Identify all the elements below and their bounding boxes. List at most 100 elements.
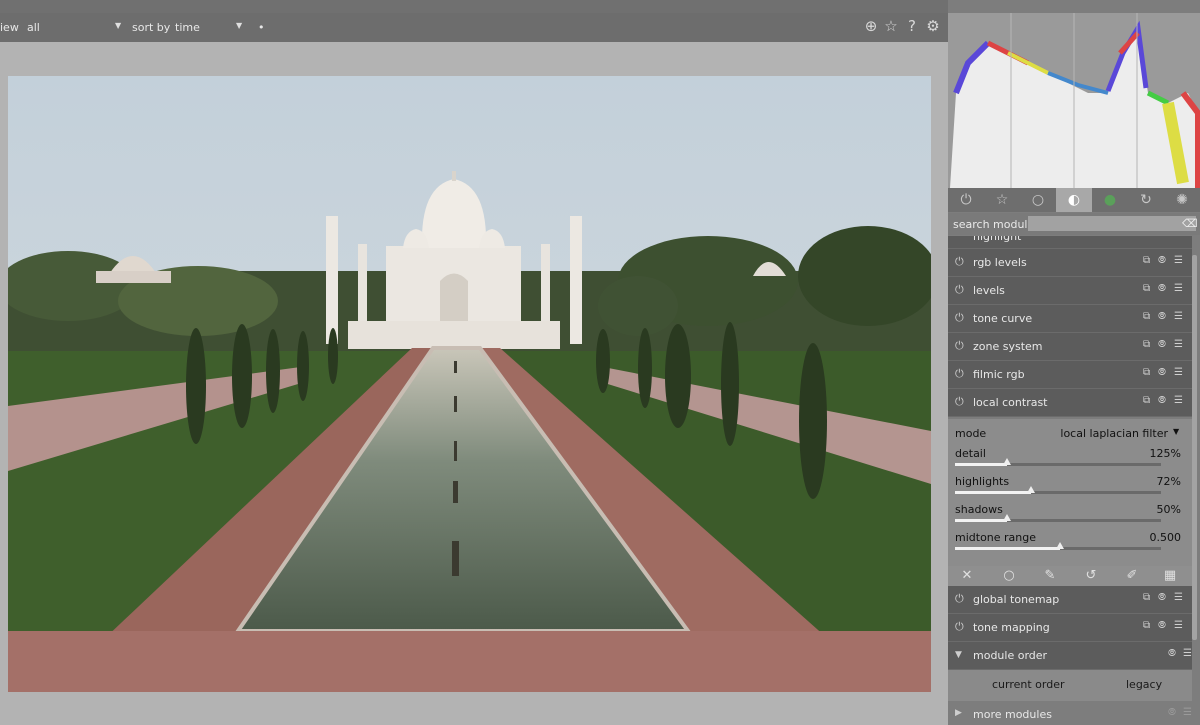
menu-icon[interactable]: ☰ bbox=[1183, 648, 1192, 659]
local-contrast-controls: mode local laplacian filter ▼ detail 125… bbox=[948, 419, 1192, 566]
menu-icon[interactable]: ☰ bbox=[1174, 620, 1183, 631]
shadows-slider[interactable] bbox=[955, 514, 1161, 522]
menu-icon[interactable]: ☰ bbox=[1174, 367, 1183, 378]
module-order-options: current order legacy bbox=[948, 670, 1192, 701]
reset-icon[interactable]: ⦾ bbox=[1158, 592, 1166, 603]
sort-dropdown-arrow-icon[interactable]: ▼ bbox=[236, 21, 242, 30]
power-icon[interactable]: ⏻ bbox=[955, 311, 964, 325]
drawn-parametric-mask-icon[interactable]: ✐ bbox=[1122, 568, 1142, 583]
color-labels-icon[interactable]: ⊕ bbox=[862, 17, 880, 35]
correct-cycle-icon[interactable]: ↻ bbox=[1128, 188, 1164, 212]
power-icon[interactable]: ⏻ bbox=[955, 367, 964, 381]
mode-dropdown-arrow-icon[interactable]: ▼ bbox=[1173, 427, 1179, 436]
reset-icon[interactable]: ⦾ bbox=[1158, 620, 1166, 631]
power-icon[interactable]: ⏻ bbox=[955, 395, 964, 409]
reset-icon[interactable]: ⦾ bbox=[1158, 395, 1166, 406]
midtone-range-slider[interactable] bbox=[955, 542, 1161, 550]
search-module-row: search module ⌫ bbox=[948, 213, 1200, 235]
presets-icon[interactable]: ⧉ bbox=[1143, 592, 1150, 603]
presets-icon[interactable]: ⧉ bbox=[1143, 283, 1150, 294]
power-icon[interactable]: ⏻ bbox=[955, 592, 964, 606]
module-local-contrast[interactable]: ⏻ local contrast ⧉ ⦾ ☰ bbox=[948, 389, 1192, 417]
detail-slider-knob[interactable] bbox=[1003, 458, 1011, 465]
sort-order-dot[interactable]: • bbox=[258, 21, 265, 34]
module-global-tonemap[interactable]: ⏻ global tonemap ⧉ ⦾ ☰ bbox=[948, 586, 1192, 614]
module-label: rgb levels bbox=[973, 256, 1027, 269]
menu-icon[interactable]: ☰ bbox=[1174, 592, 1183, 603]
settings-gear-icon[interactable]: ⚙ bbox=[924, 17, 942, 35]
parametric-mask-icon[interactable]: ↺ bbox=[1081, 568, 1101, 583]
view-filter-select[interactable]: all bbox=[27, 21, 40, 34]
power-icon[interactable]: ⏻ bbox=[955, 339, 964, 353]
menu-icon[interactable]: ☰ bbox=[1174, 255, 1183, 266]
reset-icon[interactable]: ⦾ bbox=[1158, 283, 1166, 294]
presets-icon[interactable]: ⧉ bbox=[1143, 311, 1150, 322]
reset-icon[interactable]: ⦾ bbox=[1158, 367, 1166, 378]
effects-aperture-icon[interactable]: ✺ bbox=[1164, 188, 1200, 212]
legacy-order-button[interactable]: legacy bbox=[1126, 678, 1162, 691]
module-zone-system[interactable]: ⏻ zone system ⧉ ⦾ ☰ bbox=[948, 333, 1192, 361]
presets-icon[interactable]: ⧉ bbox=[1143, 255, 1150, 266]
presets-icon[interactable]: ⧉ bbox=[1143, 395, 1150, 406]
reset-icon[interactable]: ⦾ bbox=[1158, 311, 1166, 322]
more-modules-header[interactable]: ▶ more modules ⦾ ☰ bbox=[948, 701, 1192, 725]
more-modules-label: more modules bbox=[973, 708, 1052, 721]
uniform-blend-icon[interactable]: ○ bbox=[999, 568, 1019, 583]
highlights-slider[interactable] bbox=[955, 486, 1161, 494]
expand-arrow-icon[interactable]: ▶ bbox=[955, 708, 962, 718]
midtone-range-slider-knob[interactable] bbox=[1056, 542, 1064, 549]
sort-by-select[interactable]: time bbox=[175, 21, 200, 34]
presets-icon[interactable]: ⧉ bbox=[1143, 339, 1150, 350]
right-panel: ⏻ ☆ ○ ◐ ● ↻ ✺ search module ⌫ highlight … bbox=[948, 0, 1200, 725]
module-label: filmic rgb bbox=[973, 368, 1025, 381]
current-order-button[interactable]: current order bbox=[992, 678, 1065, 691]
edited-photo[interactable] bbox=[8, 76, 931, 692]
module-partial[interactable]: highlight bbox=[948, 236, 1192, 249]
reset-icon[interactable]: ⦾ bbox=[1158, 339, 1166, 350]
highlights-slider-knob[interactable] bbox=[1027, 486, 1035, 493]
presets-icon[interactable]: ⧉ bbox=[1143, 367, 1150, 378]
module-tone-curve[interactable]: ⏻ tone curve ⧉ ⦾ ☰ bbox=[948, 305, 1192, 333]
module-rgb-levels[interactable]: ⏻ rgb levels ⧉ ⦾ ☰ bbox=[948, 249, 1192, 277]
power-icon[interactable]: ⏻ bbox=[955, 283, 964, 297]
tone-half-circle-icon[interactable]: ◐ bbox=[1056, 188, 1092, 212]
reset-icon[interactable]: ⦾ bbox=[1168, 707, 1176, 718]
presets-icon[interactable]: ⧉ bbox=[1143, 620, 1150, 631]
blend-off-icon[interactable]: ✕ bbox=[957, 568, 977, 583]
module-label: tone curve bbox=[973, 312, 1033, 325]
module-filmic-rgb[interactable]: ⏻ filmic rgb ⧉ ⦾ ☰ bbox=[948, 361, 1192, 389]
mode-select[interactable]: local laplacian filter bbox=[1060, 427, 1168, 440]
module-tone-mapping[interactable]: ⏻ tone mapping ⧉ ⦾ ☰ bbox=[948, 614, 1192, 642]
power-icon[interactable]: ⏻ bbox=[955, 255, 964, 269]
clear-search-icon[interactable]: ⌫ bbox=[1182, 216, 1198, 231]
reset-icon[interactable]: ⦾ bbox=[1158, 255, 1166, 266]
histogram[interactable] bbox=[948, 13, 1200, 188]
detail-slider[interactable] bbox=[955, 458, 1161, 466]
star-rating-icon[interactable]: ☆ bbox=[882, 17, 900, 35]
module-levels[interactable]: ⏻ levels ⧉ ⦾ ☰ bbox=[948, 277, 1192, 305]
menu-icon[interactable]: ☰ bbox=[1174, 395, 1183, 406]
base-circle-icon[interactable]: ○ bbox=[1020, 188, 1056, 212]
search-module-input[interactable] bbox=[1028, 216, 1196, 231]
highlights-value: 72% bbox=[1156, 475, 1181, 488]
right-panel-scrollbar[interactable] bbox=[1192, 255, 1197, 640]
mode-label: mode bbox=[955, 427, 987, 440]
menu-icon[interactable]: ☰ bbox=[1174, 339, 1183, 350]
module-order-header[interactable]: ▼ module order ⦾ ☰ bbox=[948, 642, 1192, 670]
raster-mask-icon[interactable]: ▦ bbox=[1160, 568, 1180, 583]
foreground-pavement bbox=[8, 631, 931, 692]
menu-icon[interactable]: ☰ bbox=[1174, 311, 1183, 322]
collapse-arrow-icon[interactable]: ▼ bbox=[955, 650, 962, 660]
favorites-star-icon[interactable]: ☆ bbox=[984, 188, 1020, 212]
help-icon[interactable]: ? bbox=[903, 17, 921, 35]
shadows-slider-knob[interactable] bbox=[1003, 514, 1011, 521]
reset-icon[interactable]: ⦾ bbox=[1168, 648, 1176, 659]
drawn-mask-icon[interactable]: ✎ bbox=[1040, 568, 1060, 583]
darkroom-center-view bbox=[0, 42, 948, 725]
active-modules-power-icon[interactable]: ⏻ bbox=[948, 188, 984, 212]
color-ball-icon[interactable]: ● bbox=[1092, 188, 1128, 212]
power-icon[interactable]: ⏻ bbox=[955, 620, 964, 634]
view-dropdown-arrow-icon[interactable]: ▼ bbox=[115, 21, 121, 30]
menu-icon[interactable]: ☰ bbox=[1183, 707, 1192, 718]
menu-icon[interactable]: ☰ bbox=[1174, 283, 1183, 294]
